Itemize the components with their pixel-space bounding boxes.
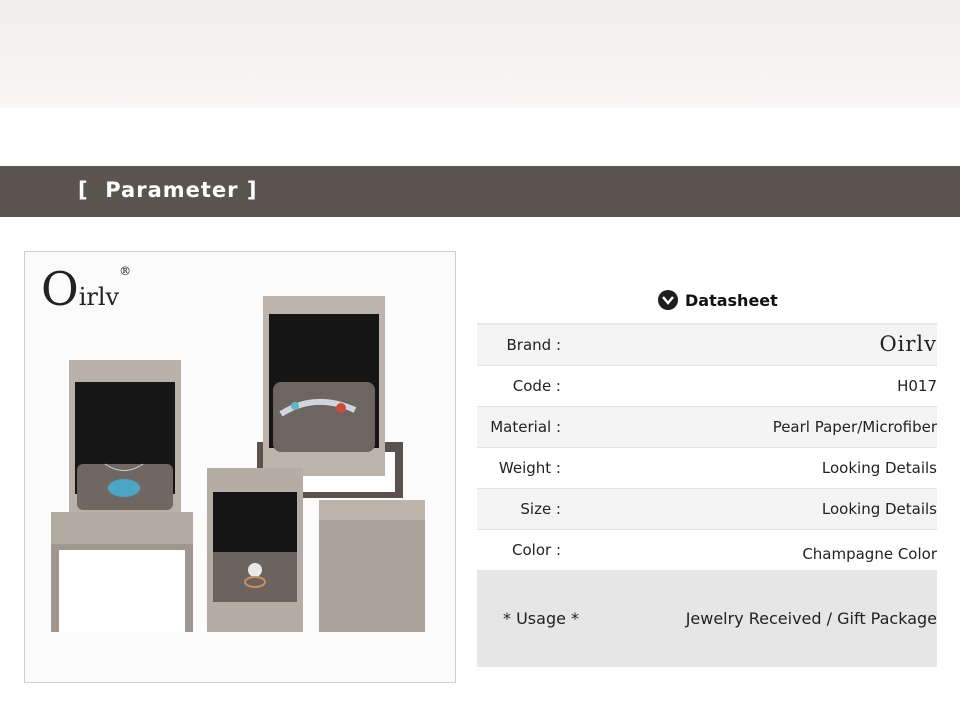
row-label: Material :	[490, 418, 561, 436]
registered-mark: ®	[119, 264, 132, 278]
usage-value: Jewelry Received / Gift Package	[685, 609, 937, 628]
product-photo: Oirlv ®	[24, 251, 456, 683]
row-label: Size :	[520, 500, 561, 518]
table-row: Brand : Oirlv	[477, 323, 937, 366]
row-value: Looking Details	[821, 459, 937, 477]
row-value: Looking Details	[821, 500, 937, 518]
row-label: Code :	[512, 377, 561, 395]
jewelry-boxes-illustration	[51, 296, 425, 632]
row-label: Color :	[512, 541, 561, 559]
row-value: Pearl Paper/Microfiber	[772, 418, 937, 436]
datasheet-heading: Datasheet	[658, 288, 778, 312]
table-row: Color : Champagne Color	[477, 530, 937, 574]
datasheet-title: Datasheet	[685, 290, 778, 310]
section-header-bar: [ Parameter ]	[0, 166, 960, 217]
logo-letter-o: O	[41, 262, 79, 316]
table-row: Code : H017	[477, 366, 937, 407]
table-row: Weight : Looking Details	[477, 448, 937, 489]
logo-text: irlv	[78, 283, 120, 311]
row-value: Champagne Color	[802, 545, 937, 563]
section-title: [ Parameter ]	[78, 178, 258, 202]
usage-row: * Usage * Jewelry Received / Gift Packag…	[477, 570, 937, 667]
table-row: Material : Pearl Paper/Microfiber	[477, 407, 937, 448]
row-value: H017	[897, 377, 937, 395]
datasheet-table: Brand : Oirlv Code : H017 Material : Pea…	[477, 323, 937, 574]
usage-label: * Usage *	[503, 609, 580, 628]
brand-logo: Oirlv®	[41, 264, 132, 312]
row-value: Oirlv	[879, 332, 937, 356]
table-row: Size : Looking Details	[477, 489, 937, 530]
top-banner-background	[0, 0, 960, 108]
row-label: Brand :	[506, 336, 562, 354]
check-icon	[658, 290, 678, 310]
row-label: Weight :	[498, 459, 561, 477]
